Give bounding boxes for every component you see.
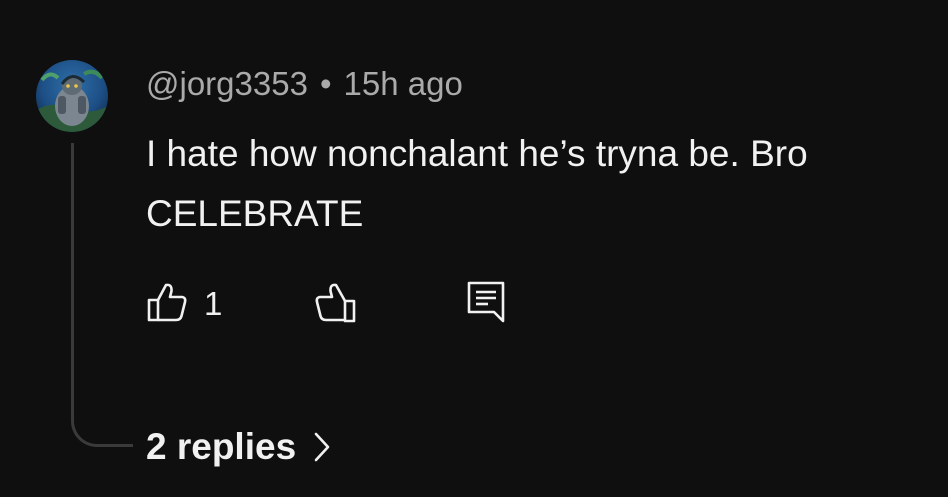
meta-separator: • <box>319 65 332 102</box>
comment-reply-icon <box>466 280 506 329</box>
like-button[interactable]: 1 <box>146 282 222 326</box>
thumbs-up-icon <box>146 281 188 328</box>
comment-text-line: I hate how nonchalant he’s tryna be. Bro <box>146 133 808 174</box>
thread-connector-line <box>71 143 133 447</box>
like-count: 1 <box>204 285 223 322</box>
thumbs-down-icon <box>314 281 356 328</box>
comment-text-line: CELEBRATE <box>146 193 364 234</box>
view-replies-button[interactable]: 2 replies <box>146 424 330 470</box>
replies-count-label: 2 replies <box>146 426 297 467</box>
author-handle[interactable]: @jorg3353 <box>146 65 308 102</box>
comment-meta: @jorg3353 • 15h ago <box>146 64 463 104</box>
avatar-image <box>36 60 108 132</box>
comment-text: I hate how nonchalant he’s tryna be. Bro… <box>146 124 936 244</box>
reply-button[interactable] <box>466 280 506 329</box>
avatar[interactable] <box>36 60 108 132</box>
comment-thread: @jorg3353 • 15h ago I hate how nonchalant … <box>0 0 948 497</box>
dislike-button[interactable] <box>314 282 356 326</box>
comment-timestamp[interactable]: 15h ago <box>344 65 463 102</box>
chevron-right-icon <box>314 432 330 462</box>
